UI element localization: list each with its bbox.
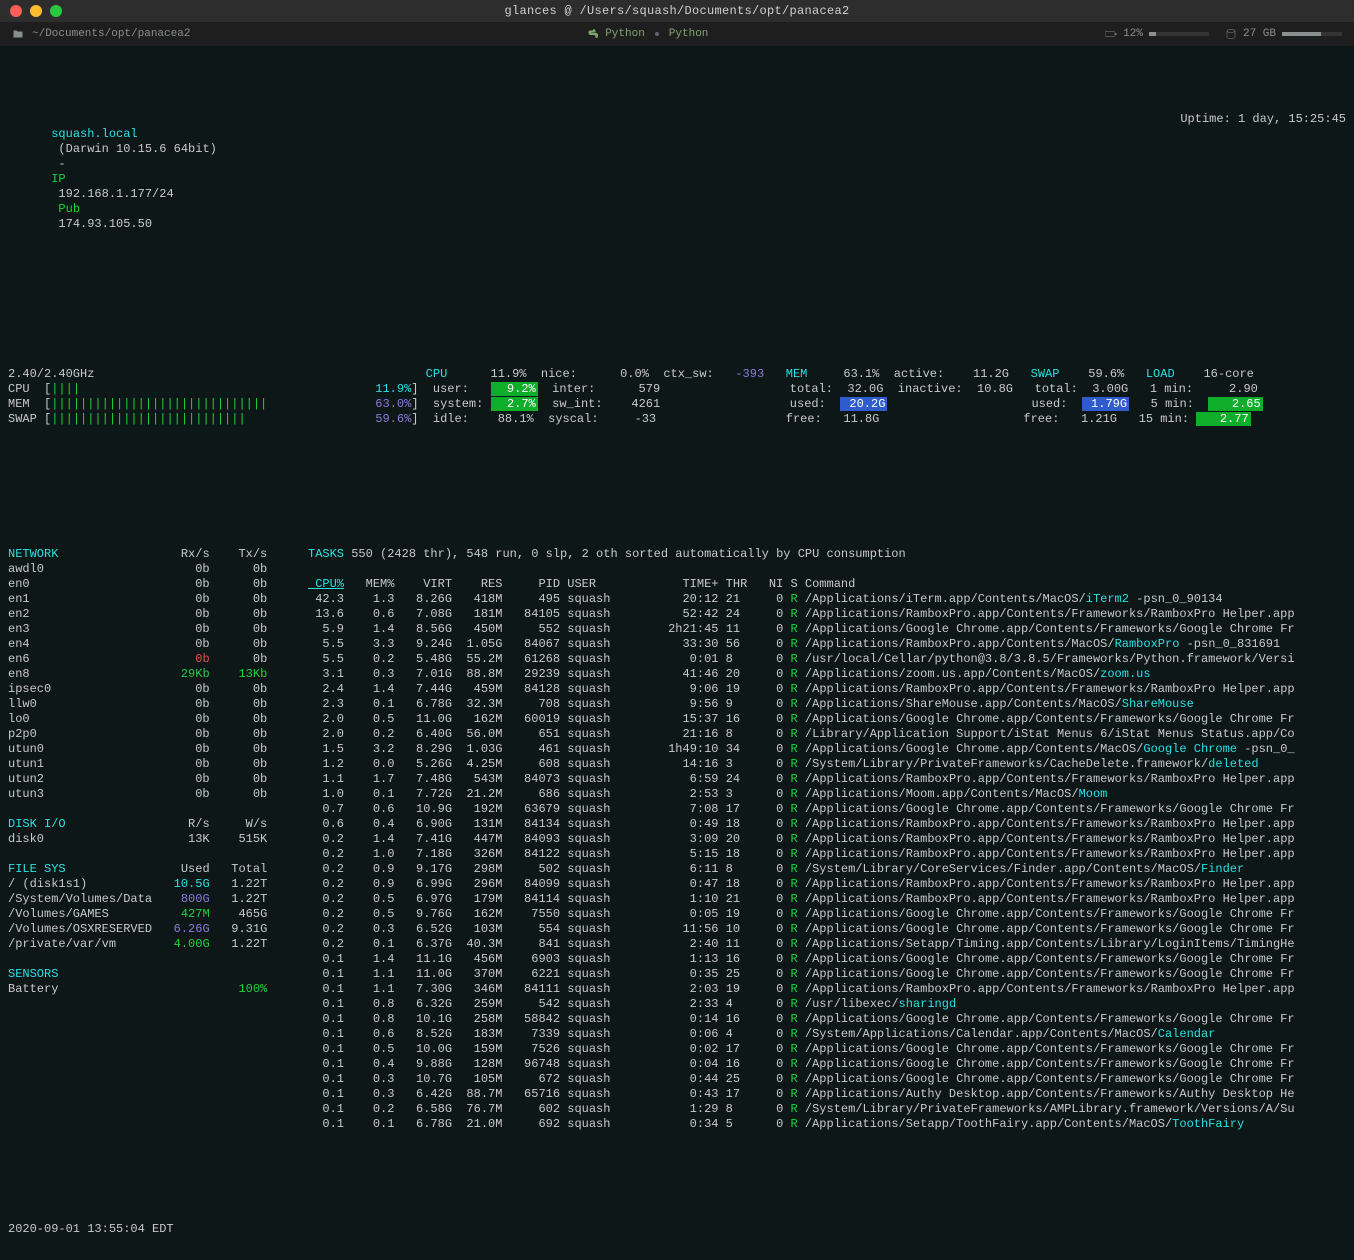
right-column: TASKS 550 (2428 thr), 548 run, 0 slp, 2 … [308,547,1346,1132]
task-row: 0.7 0.6 10.9G 192M 63679 squash 7:08 17 … [308,802,1346,817]
task-row: 0.1 0.4 9.88G 128M 96748 squash 0:04 16 … [308,1057,1346,1072]
network-row: p2p0 0b 0b [8,727,308,742]
task-row: 0.1 0.8 10.1G 258M 58842 squash 0:14 16 … [308,1012,1346,1027]
task-row: 5.9 1.4 8.56G 450M 552 squash 2h21:45 11… [308,622,1346,637]
titlebar[interactable]: glances @ /Users/squash/Documents/opt/pa… [0,0,1354,22]
pub-ip: 174.93.105.50 [58,217,152,231]
fs-row: /System/Volumes/Data 800G 1.22T [8,892,308,907]
task-row: 0.1 1.4 11.1G 456M 6903 squash 1:13 16 0… [308,952,1346,967]
task-row: 0.2 0.9 9.17G 298M 502 squash 6:11 8 0 R… [308,862,1346,877]
ip-label: IP [51,172,65,186]
sys-header: squash.local (Darwin 10.15.6 64bit) - IP… [8,112,1346,247]
pathbar: ~/Documents/opt/panacea2 Python Python 1… [0,22,1354,46]
task-row: 0.2 1.0 7.18G 326M 84122 squash 5:15 18 … [308,847,1346,862]
left-column: NETWORK Rx/s Tx/sawdl0 0b 0ben0 0b 0ben1… [8,547,308,1132]
tasks-header: CPU% MEM% VIRT RES PID USER TIME+ THR NI… [308,577,1346,592]
fs-row: / (disk1s1) 10.5G 1.22T [8,877,308,892]
task-row: 0.1 0.5 10.0G 159M 7526 squash 0:02 17 0… [308,1042,1346,1057]
task-row: 0.2 0.5 6.97G 179M 84114 squash 1:10 21 … [308,892,1346,907]
network-row: awdl0 0b 0b [8,562,308,577]
network-row: utun0 0b 0b [8,742,308,757]
network-row: utun3 0b 0b [8,787,308,802]
network-row: en1 0b 0b [8,592,308,607]
task-row: 0.2 0.1 6.37G 40.3M 841 squash 2:40 11 0… [308,937,1346,952]
task-row: 0.1 1.1 7.30G 346M 84111 squash 2:03 19 … [308,982,1346,997]
task-row: 0.2 0.3 6.52G 103M 554 squash 11:56 10 0… [308,922,1346,937]
network-row: en2 0b 0b [8,607,308,622]
task-row: 1.2 0.0 5.26G 4.25M 608 squash 14:16 3 0… [308,757,1346,772]
disk-icon [1225,28,1237,40]
task-row: 0.6 0.4 6.90G 131M 84134 squash 0:49 18 … [308,817,1346,832]
task-row: 42.3 1.3 8.26G 418M 495 squash 20:12 21 … [308,592,1346,607]
task-row: 0.1 0.6 8.52G 183M 7339 squash 0:06 4 0 … [308,1027,1346,1042]
task-row: 5.5 3.3 9.24G 1.05G 84067 squash 33:30 5… [308,637,1346,652]
battery-pct: 12% [1123,27,1143,42]
fs-row: /private/var/vm 4.00G 1.22T [8,937,308,952]
network-row: utun2 0b 0b [8,772,308,787]
task-row: 5.5 0.2 5.48G 55.2M 61268 squash 0:01 8 … [308,652,1346,667]
separator-dot-icon [655,32,659,36]
sensor-row: Battery 100% [8,982,308,997]
stat-row: CPU [|||| 11.9%] user: 9.2% inter: 579 t… [8,382,1346,397]
network-row: en6 0b 0b [8,652,308,667]
ip-value: 192.168.1.177/24 [58,187,173,201]
task-row: 1.0 0.1 7.72G 21.2M 686 squash 2:53 3 0 … [308,787,1346,802]
path-text: ~/Documents/opt/panacea2 [32,27,190,42]
fs-row: /Volumes/OSXRESERVED 6.26G 9.31G [8,922,308,937]
battery-icon [1105,28,1117,40]
task-row: 1.5 3.2 8.29G 1.03G 461 squash 1h49:10 3… [308,742,1346,757]
task-row: 0.1 0.1 6.78G 21.0M 692 squash 0:34 5 0 … [308,1117,1346,1132]
folder-icon [12,28,24,40]
window-title: glances @ /Users/squash/Documents/opt/pa… [0,4,1354,19]
disk-free: 27 GB [1243,27,1276,42]
disk-row: disk0 13K 515K [8,832,308,847]
clock-footer: 2020-09-01 13:55:04 EDT [8,1222,1346,1237]
network-row: en3 0b 0b [8,622,308,637]
terminal[interactable]: squash.local (Darwin 10.15.6 64bit) - IP… [0,46,1354,1260]
task-row: 2.4 1.4 7.44G 459M 84128 squash 9:06 19 … [308,682,1346,697]
task-row: 0.1 0.3 6.42G 88.7M 65716 squash 0:43 17… [308,1087,1346,1102]
network-row: en0 0b 0b [8,577,308,592]
uptime: Uptime: 1 day, 15:25:45 [1180,112,1346,247]
task-row: 0.2 0.9 6.99G 296M 84099 squash 0:47 18 … [308,877,1346,892]
task-row: 2.3 0.1 6.78G 32.3M 708 squash 9:56 9 0 … [308,697,1346,712]
lang-1: Python [605,27,645,42]
task-row: 0.1 1.1 11.0G 370M 6221 squash 0:35 25 0… [308,967,1346,982]
network-row: en8 29Kb 13Kb [8,667,308,682]
network-row: llw0 0b 0b [8,697,308,712]
pub-label: Pub [58,202,80,216]
task-row: 0.2 1.4 7.41G 447M 84093 squash 3:09 20 … [308,832,1346,847]
tasks-summary: TASKS 550 (2428 thr), 548 run, 0 slp, 2 … [308,547,1346,562]
task-row: 3.1 0.3 7.01G 88.8M 29239 squash 41:46 2… [308,667,1346,682]
network-row: utun1 0b 0b [8,757,308,772]
task-row: 0.1 0.2 6.58G 76.7M 602 squash 1:29 8 0 … [308,1102,1346,1117]
network-row: ipsec0 0b 0b [8,682,308,697]
task-row: 0.1 0.8 6.32G 259M 542 squash 2:33 4 0 R… [308,997,1346,1012]
top-stats: 2.40/2.40GHz CPU 11.9% nice: 0.0% ctx_sw… [8,367,1346,427]
python-icon [587,28,599,40]
hostname: squash.local [51,127,137,141]
task-row: 1.1 1.7 7.48G 543M 84073 squash 6:59 24 … [308,772,1346,787]
stat-row: 2.40/2.40GHz CPU 11.9% nice: 0.0% ctx_sw… [8,367,1346,382]
network-row: lo0 0b 0b [8,712,308,727]
lang-2: Python [669,27,709,42]
fs-row: /Volumes/GAMES 427M 465G [8,907,308,922]
stat-row: MEM [|||||||||||||||||||||||||||||| 63.0… [8,397,1346,412]
task-row: 13.6 0.6 7.08G 181M 84105 squash 52:42 2… [308,607,1346,622]
stat-row: SWAP [||||||||||||||||||||||||||| 59.6%]… [8,412,1346,427]
network-row: en4 0b 0b [8,637,308,652]
task-row: 2.0 0.2 6.40G 56.0M 651 squash 21:16 8 0… [308,727,1346,742]
battery-gauge [1149,32,1209,36]
task-row: 0.2 0.5 9.76G 162M 7550 squash 0:05 19 0… [308,907,1346,922]
task-row: 2.0 0.5 11.0G 162M 60019 squash 15:37 16… [308,712,1346,727]
task-row: 0.1 0.3 10.7G 105M 672 squash 0:44 25 0 … [308,1072,1346,1087]
disk-gauge [1282,32,1342,36]
